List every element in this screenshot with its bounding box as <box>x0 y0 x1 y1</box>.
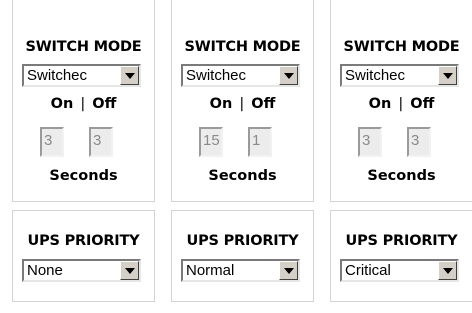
on-label: On <box>368 96 392 112</box>
on-seconds-field[interactable]: 3 <box>358 127 382 157</box>
on-seconds-field[interactable]: 15 <box>199 127 223 157</box>
chevron-down-icon[interactable] <box>120 261 139 280</box>
switch-mode-panel: SWITCH MODE Switchec On | Off 3 3 Second… <box>330 0 472 202</box>
ups-priority-select[interactable]: Normal <box>181 259 300 282</box>
switch-mode-select-value: Switchec <box>186 67 247 84</box>
off-seconds-field[interactable]: 1 <box>248 127 272 157</box>
ups-priority-select[interactable]: None <box>22 259 141 282</box>
ups-priority-select-value: None <box>27 262 63 279</box>
switch-mode-select-value: Switchec <box>27 67 88 84</box>
off-seconds-field[interactable]: 3 <box>407 127 431 157</box>
on-off-label: On | Off <box>172 96 313 112</box>
chevron-down-icon[interactable] <box>438 261 457 280</box>
ups-priority-heading: UPS PRIORITY <box>27 233 140 249</box>
ups-priority-panel: UPS PRIORITY None <box>12 210 155 302</box>
ups-priority-panel: UPS PRIORITY Normal <box>171 210 314 302</box>
switch-mode-heading: SWITCH MODE <box>184 39 301 55</box>
seconds-label: Seconds <box>367 168 436 184</box>
off-label: Off <box>410 96 435 112</box>
switch-mode-select[interactable]: Switchec <box>181 64 300 87</box>
ups-priority-heading: UPS PRIORITY <box>186 233 299 249</box>
off-label: Off <box>92 96 117 112</box>
seconds-label: Seconds <box>49 168 118 184</box>
on-off-label: On | Off <box>13 96 154 112</box>
on-off-label: On | Off <box>331 96 472 112</box>
chevron-down-icon[interactable] <box>279 261 298 280</box>
ups-priority-select-value: Critical <box>345 262 391 279</box>
on-label: On <box>50 96 74 112</box>
on-off-separator: | <box>239 96 245 112</box>
switch-mode-select[interactable]: Switchec <box>340 64 459 87</box>
switch-mode-panel: SWITCH MODE Switchec On | Off 3 3 Second… <box>12 0 155 202</box>
ups-priority-heading: UPS PRIORITY <box>345 233 458 249</box>
switch-mode-select-value: Switchec <box>345 67 406 84</box>
on-off-separator: | <box>398 96 404 112</box>
on-off-separator: | <box>80 96 86 112</box>
chevron-down-icon[interactable] <box>279 66 298 85</box>
switch-mode-heading: SWITCH MODE <box>343 39 460 55</box>
off-seconds-field[interactable]: 3 <box>89 127 113 157</box>
off-label: Off <box>251 96 276 112</box>
switch-mode-panel: SWITCH MODE Switchec On | Off 15 1 Secon… <box>171 0 314 202</box>
seconds-label: Seconds <box>208 168 277 184</box>
switch-mode-heading: SWITCH MODE <box>25 39 142 55</box>
chevron-down-icon[interactable] <box>120 66 139 85</box>
ups-priority-select[interactable]: Critical <box>340 259 459 282</box>
chevron-down-icon[interactable] <box>438 66 457 85</box>
ups-priority-select-value: Normal <box>186 262 235 279</box>
on-seconds-field[interactable]: 3 <box>40 127 64 157</box>
switch-mode-select[interactable]: Switchec <box>22 64 141 87</box>
on-label: On <box>209 96 233 112</box>
ups-priority-panel: UPS PRIORITY Critical <box>330 210 472 302</box>
